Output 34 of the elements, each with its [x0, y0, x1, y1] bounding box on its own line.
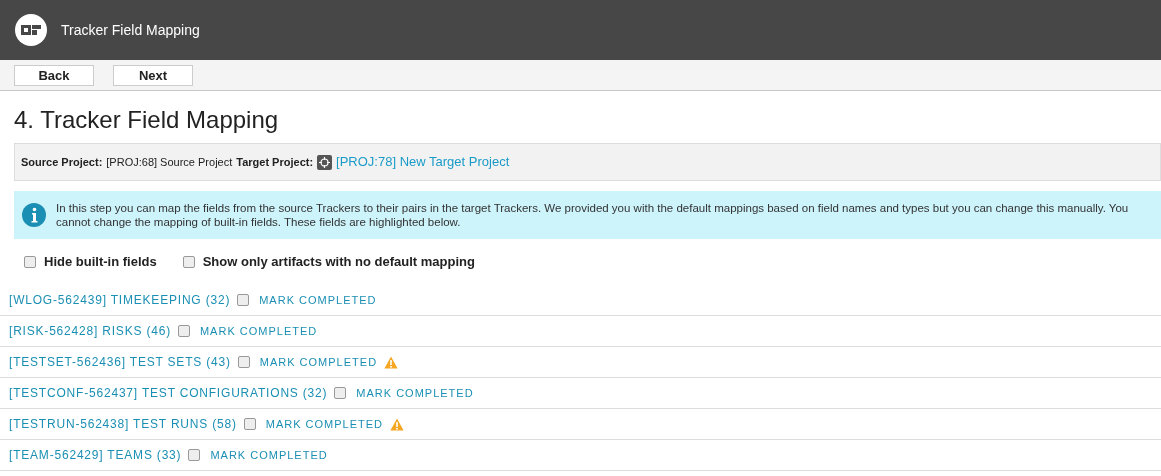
info-message: In this step you can map the fields from the source Trackers to their pairs in the target Trackers. We provided you with the default mappings based on field names and types but you can change this manually. You cannot change the mapping of built-in fields. These fields are highlighted below. [56, 201, 1130, 229]
page-heading: 4. Tracker Field Mapping [14, 105, 280, 135]
mark-completed-label: MARK COMPLETED [259, 292, 377, 308]
checkbox[interactable] [182, 256, 195, 268]
filter-label: Show only artifacts with no default mapping [202, 253, 475, 272]
filter-label: Hide built-in fields [44, 253, 157, 272]
checkbox[interactable] [334, 387, 347, 399]
checkbox[interactable] [243, 418, 256, 430]
mark-completed-label: MARK COMPLETED [356, 385, 474, 401]
tracker-link[interactable]: [TESTSET-562436] TEST SETS (43) [9, 353, 231, 371]
checkbox[interactable] [24, 256, 36, 268]
target-project-label: Target Project: [236, 154, 314, 170]
target-icon [317, 154, 333, 170]
info-icon [22, 203, 46, 227]
mark-completed-label: MARK COMPLETED [259, 354, 378, 370]
back-button[interactable]: Back [14, 64, 94, 86]
target-project-link[interactable]: [PROJ:78] New Target Project [336, 152, 510, 172]
window-title: Tracker Field Mapping [61, 20, 200, 40]
mark-completed-label: MARK COMPLETED [210, 447, 328, 463]
checkbox[interactable] [237, 294, 250, 306]
checkbox[interactable] [177, 325, 190, 337]
tracker-link[interactable]: [TEAM-562429] TEAMS (33) [9, 446, 182, 464]
source-project-value: [PROJ:68] Source Project [106, 154, 233, 170]
tracker-link[interactable]: [WLOG-562439] TIMEKEEPING (32) [9, 291, 231, 309]
tracker-link[interactable]: [RISK-562428] RISKS (46) [9, 322, 171, 340]
next-button[interactable]: Next [113, 64, 193, 86]
mark-completed-label: MARK COMPLETED [199, 323, 318, 339]
tracker-link[interactable]: [TESTCONF-562437] TEST CONFIGURATIONS (32) [9, 384, 328, 402]
tracker-link[interactable]: [TESTRUN-562438] TEST RUNS (58) [9, 415, 237, 433]
source-project-label: Source Project: [21, 154, 103, 170]
logo-icon [15, 14, 47, 46]
checkbox[interactable] [188, 449, 201, 461]
mark-completed-label: MARK COMPLETED [265, 416, 384, 432]
checkbox[interactable] [237, 356, 250, 368]
